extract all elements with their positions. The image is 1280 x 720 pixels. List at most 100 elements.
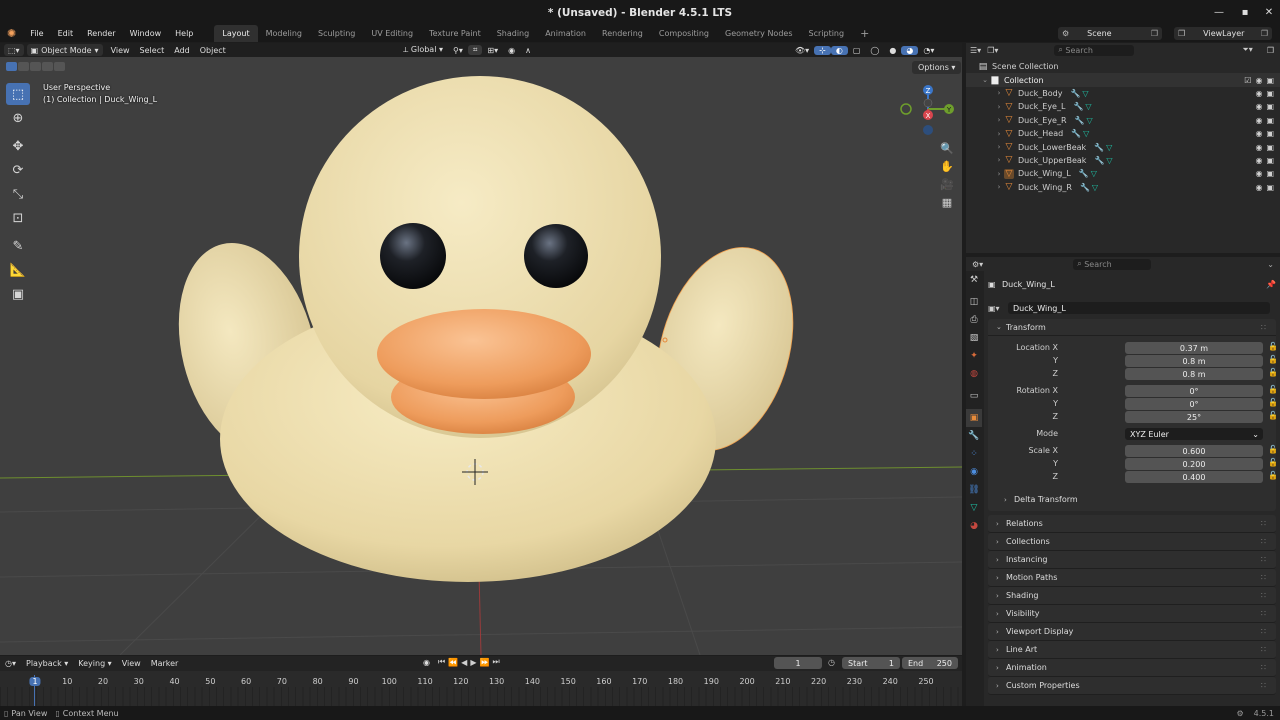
end-frame-field[interactable]: End 250 [902,657,958,669]
eye-icon[interactable]: ◉ [1255,116,1262,125]
modifier-icon[interactable]: 🔧 [1094,156,1104,165]
menu-keying[interactable]: Keying ▾ [73,659,116,668]
wireframe-shading-icon[interactable]: ◯ [865,46,884,55]
lock-icon[interactable]: 🔓 [1268,471,1278,480]
eye-icon[interactable]: ◉ [1255,183,1262,192]
snap-icon[interactable]: ⌗ [467,45,483,55]
eye-icon[interactable]: ◉ [1255,156,1262,165]
drag-handle-icon[interactable]: ∷ [1261,681,1266,690]
camera-render-icon[interactable]: ▣ [1266,89,1274,98]
rotation-z-field[interactable]: 25° [1125,411,1263,423]
transform-panel-header[interactable]: ⌄ Transform ∷ [988,319,1276,336]
select-intersect-icon[interactable] [54,62,65,71]
panel-viewport-display[interactable]: › Viewport Display ∷ [988,623,1276,641]
camera-render-icon[interactable]: ▣ [1266,102,1274,111]
proportional-edit-icon[interactable]: ◉ [503,46,520,55]
eye-icon[interactable]: ◉ [1255,143,1262,152]
tab-animation[interactable]: Animation [537,25,594,42]
camera-render-icon[interactable]: ▣ [1266,169,1274,178]
timeline-track[interactable] [0,687,962,706]
drag-handle-icon[interactable]: ∷ [1261,573,1266,582]
pin-icon[interactable]: 📌 [1266,280,1276,289]
scene-collection-row[interactable]: ▤ Scene Collection [966,60,1280,73]
mesh-data-icon[interactable]: ▽ [1104,156,1114,165]
drag-handle-icon[interactable]: ∷ [1261,645,1266,654]
eye-icon[interactable]: ◉ [1255,76,1262,85]
select-extend-icon[interactable] [18,62,29,71]
3d-viewport[interactable]: Z Y X User Perspective (1) Collection | … [0,57,962,655]
lock-icon[interactable]: 🔓 [1268,355,1278,364]
camera-render-icon[interactable]: ▣ [1266,156,1274,165]
drag-handle-icon[interactable]: ∷ [1261,537,1266,546]
modifier-icon[interactable]: 🔧 [1094,143,1104,152]
scene-selector[interactable]: ⚙ Scene ❐ [1058,27,1162,40]
mode-dropdown[interactable]: ▣ Object Mode ▾ [26,44,103,56]
camera-render-icon[interactable]: ▣ [1266,129,1274,138]
drag-handle-icon[interactable]: ∷ [1261,323,1266,332]
record-icon[interactable]: ◉ [418,658,435,667]
new-collection-icon[interactable]: ❐ [1267,46,1274,55]
play-reverse-icon[interactable]: ◀ [461,658,467,667]
annotate-tool-icon[interactable]: ✎ [6,235,30,257]
camera-render-icon[interactable]: ▣ [1266,116,1274,125]
maximize-button[interactable]: ▪ [1232,0,1258,25]
menu-add[interactable]: Add [169,46,195,55]
cursor-tool-icon[interactable]: ⊕ [6,107,30,129]
clock-icon[interactable]: ◷ [828,658,835,667]
expand-arrow-icon[interactable]: › [994,116,1004,124]
select-subtract-icon[interactable] [30,62,41,71]
navigation-gizmo[interactable]: Z Y X [900,85,954,135]
duck-upper-beak[interactable] [377,309,591,399]
current-frame-field[interactable]: 1 [774,657,822,669]
eye-icon[interactable]: ◉ [1255,129,1262,138]
display-mode-icon[interactable]: ❐▾ [987,46,998,55]
object-browse-icon[interactable]: ▣▾ [988,304,1008,313]
camera-render-icon[interactable]: ▣ [1266,76,1274,85]
rotate-tool-icon[interactable]: ⟳ [6,159,30,181]
tab-sculpting[interactable]: Sculpting [310,25,363,42]
camera-icon[interactable]: 🎥 [938,175,956,193]
collection-row[interactable]: ⌄ ▆ Collection ☑ ◉ ▣ [966,73,1280,87]
scale-x-field[interactable]: 0.600 [1125,445,1263,457]
mesh-data-icon[interactable]: ▽ [1085,116,1095,125]
modifier-tab-icon[interactable]: 🔧 [966,427,982,445]
menu-file[interactable]: File [23,25,50,42]
menu-timeline-view[interactable]: View [117,659,146,668]
outliner-object-row[interactable]: › ▽ Duck_Head 🔧 ▽ ◉ ▣ [966,127,1280,140]
scale-tool-icon[interactable]: ⤡ [6,183,30,205]
duck-eye-r[interactable] [380,223,446,289]
output-tab-icon[interactable]: ⎙ [966,311,982,329]
pivot-icon[interactable]: ⚲▾ [448,46,468,55]
panel-motion-paths[interactable]: › Motion Paths ∷ [988,569,1276,587]
object-name-field[interactable]: Duck_Wing_L [1008,302,1270,314]
properties-search-input[interactable]: ⌕ Search [1073,258,1152,270]
expand-arrow-icon[interactable]: › [994,156,1004,164]
panel-relations[interactable]: › Relations ∷ [988,515,1276,533]
minimize-button[interactable]: — [1206,0,1232,25]
outliner-editor-icon[interactable]: ☰▾ [970,46,981,55]
view-layer-selector[interactable]: ❒ ViewLayer ❐ [1174,27,1272,40]
expand-arrow-icon[interactable]: › [994,170,1004,178]
move-tool-icon[interactable]: ✥ [6,135,30,157]
properties-options-icon[interactable]: ⌄ [1267,260,1274,269]
properties-editor-icon[interactable]: ⚙▾ [972,260,983,269]
panel-collections[interactable]: › Collections ∷ [988,533,1276,551]
rotation-y-field[interactable]: 0° [1125,398,1263,410]
data-tab-icon[interactable]: ▽ [966,499,982,517]
outliner-object-row[interactable]: › ▽ Duck_Body 🔧 ▽ ◉ ▣ [966,87,1280,100]
camera-render-icon[interactable]: ▣ [1266,143,1274,152]
select-box-tool-icon[interactable]: ⬚ [6,83,30,105]
new-view-layer-icon[interactable]: ❐ [1261,29,1272,38]
object-tab-icon[interactable]: ▣ [966,409,982,427]
world-tab-icon[interactable]: ◍ [966,365,982,383]
options-dropdown[interactable]: Options ▾ [912,61,962,74]
checkbox-icon[interactable]: ☑ [1244,76,1251,85]
expand-arrow-icon[interactable]: › [994,130,1004,138]
scene-tab-icon[interactable]: ✦ [966,347,982,365]
next-keyframe-icon[interactable]: ⏩ [479,658,489,667]
view-layer-tab-icon[interactable]: ▧ [966,329,982,347]
scale-z-field[interactable]: 0.400 [1125,471,1263,483]
outliner-object-row[interactable]: › ▽ Duck_Eye_R 🔧 ▽ ◉ ▣ [966,114,1280,127]
tab-layout[interactable]: Layout [214,25,258,42]
editor-type-icon[interactable]: ⬚▾ [4,44,24,56]
